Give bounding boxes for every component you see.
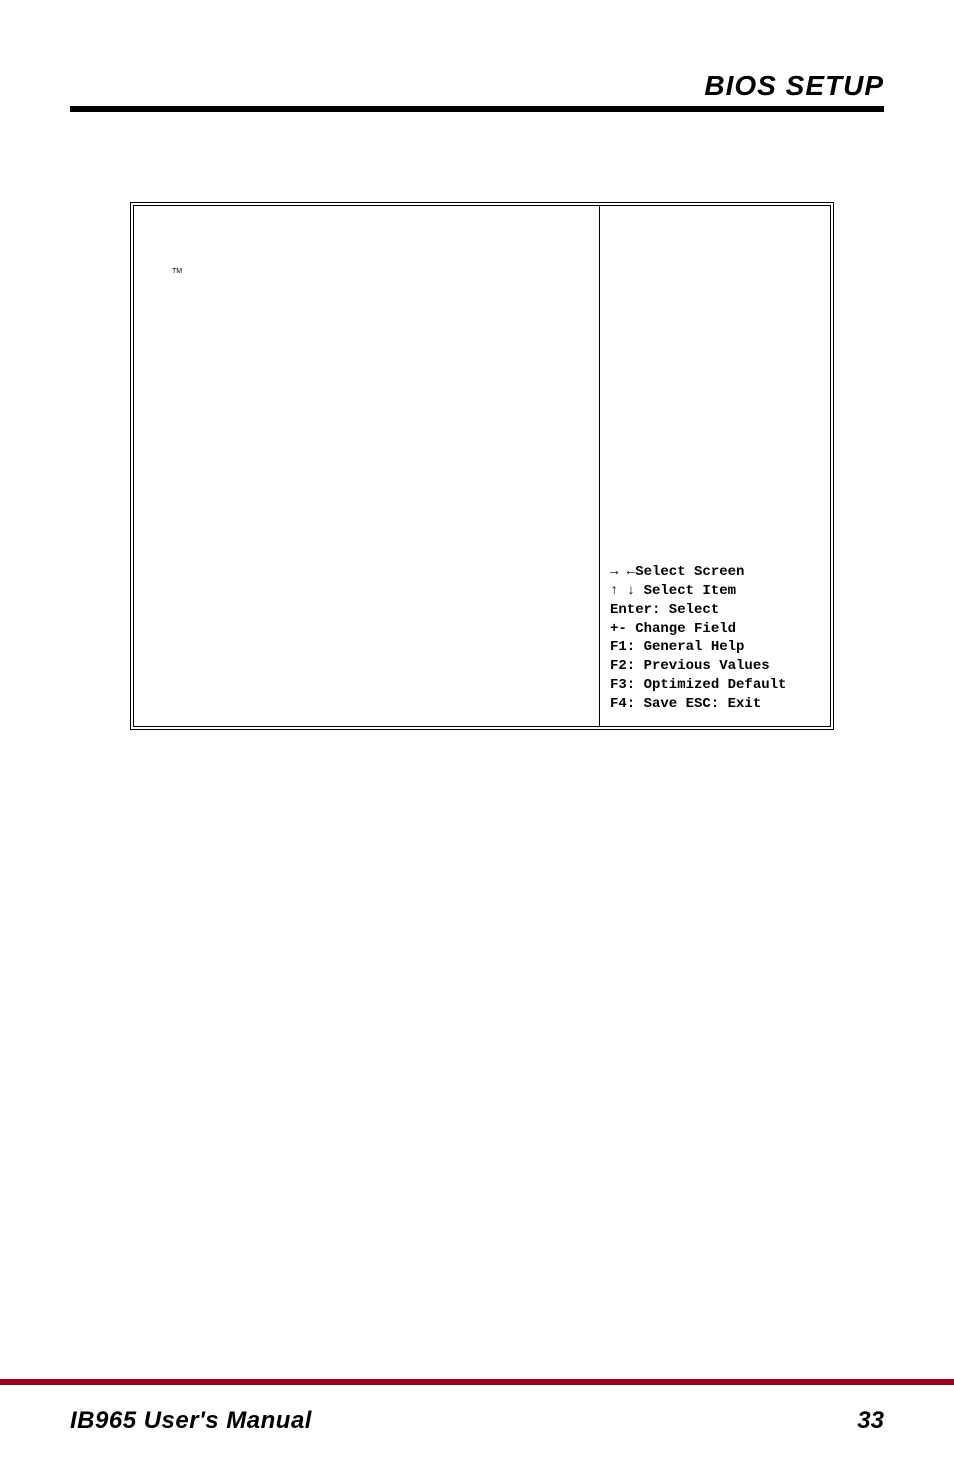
bios-setup-box: TM → ←Select Screen ↑ ↓ Select Item Ente… <box>130 202 834 730</box>
tm-mark: TM <box>172 268 182 275</box>
bios-help-pane: → ←Select Screen ↑ ↓ Select Item Enter: … <box>600 206 830 726</box>
nav-general-help: F1: General Help <box>610 638 820 657</box>
bios-body: TM → ←Select Screen ↑ ↓ Select Item Ente… <box>134 206 830 726</box>
nav-change-field: +- Change Field <box>610 620 820 639</box>
nav-block: → ←Select Screen ↑ ↓ Select Item Enter: … <box>610 563 820 714</box>
page-header: BIOS SETUP <box>70 70 884 112</box>
bios-main-pane: TM <box>134 206 600 726</box>
nav-previous-values: F2: Previous Values <box>610 657 820 676</box>
footer-manual-title: IB965 User's Manual <box>70 1407 312 1435</box>
nav-select-screen: → ←Select Screen <box>610 563 820 582</box>
nav-enter: Enter: Select <box>610 601 820 620</box>
footer-page-number: 33 <box>857 1407 884 1435</box>
nav-select-item: ↑ ↓ Select Item <box>610 582 820 601</box>
page-header-title: BIOS SETUP <box>704 70 884 101</box>
nav-optimized-default: F3: Optimized Default <box>610 676 820 695</box>
nav-save-exit: F4: Save ESC: Exit <box>610 695 820 714</box>
page-footer: IB965 User's Manual 33 <box>0 1379 954 1435</box>
